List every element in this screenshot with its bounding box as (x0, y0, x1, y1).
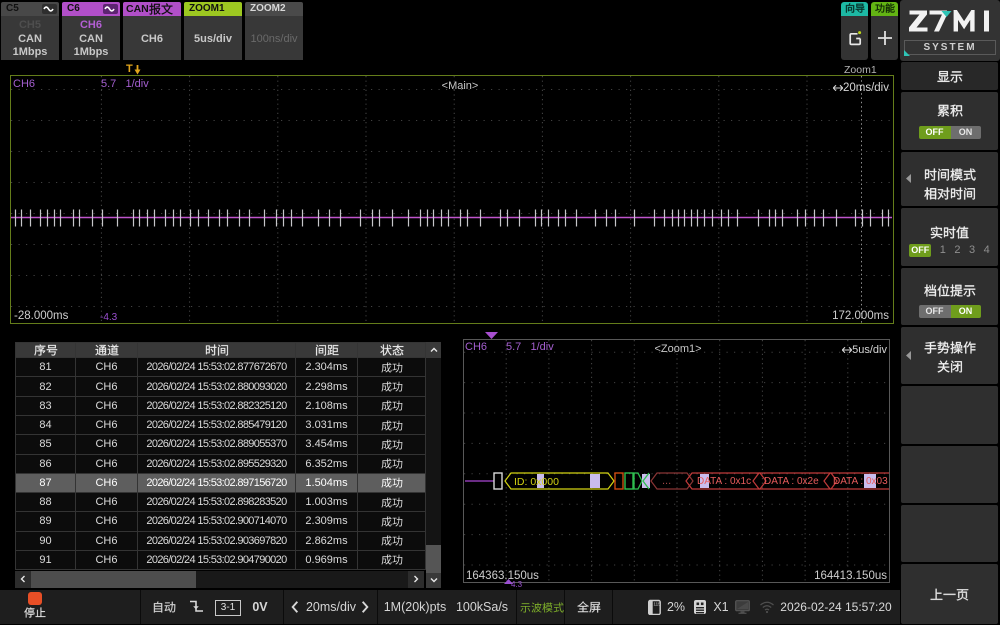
svg-text:DATA : 0x2e: DATA : 0x2e (764, 476, 819, 487)
svg-text:115: 115 (654, 602, 662, 607)
svg-text:ID: 0x000: ID: 0x000 (514, 476, 559, 488)
svg-text:...: ... (662, 475, 671, 487)
svg-text:DATA : 0x1c: DATA : 0x1c (697, 476, 751, 487)
svg-text:DATA : 0x03: DATA : 0x03 (833, 476, 888, 487)
